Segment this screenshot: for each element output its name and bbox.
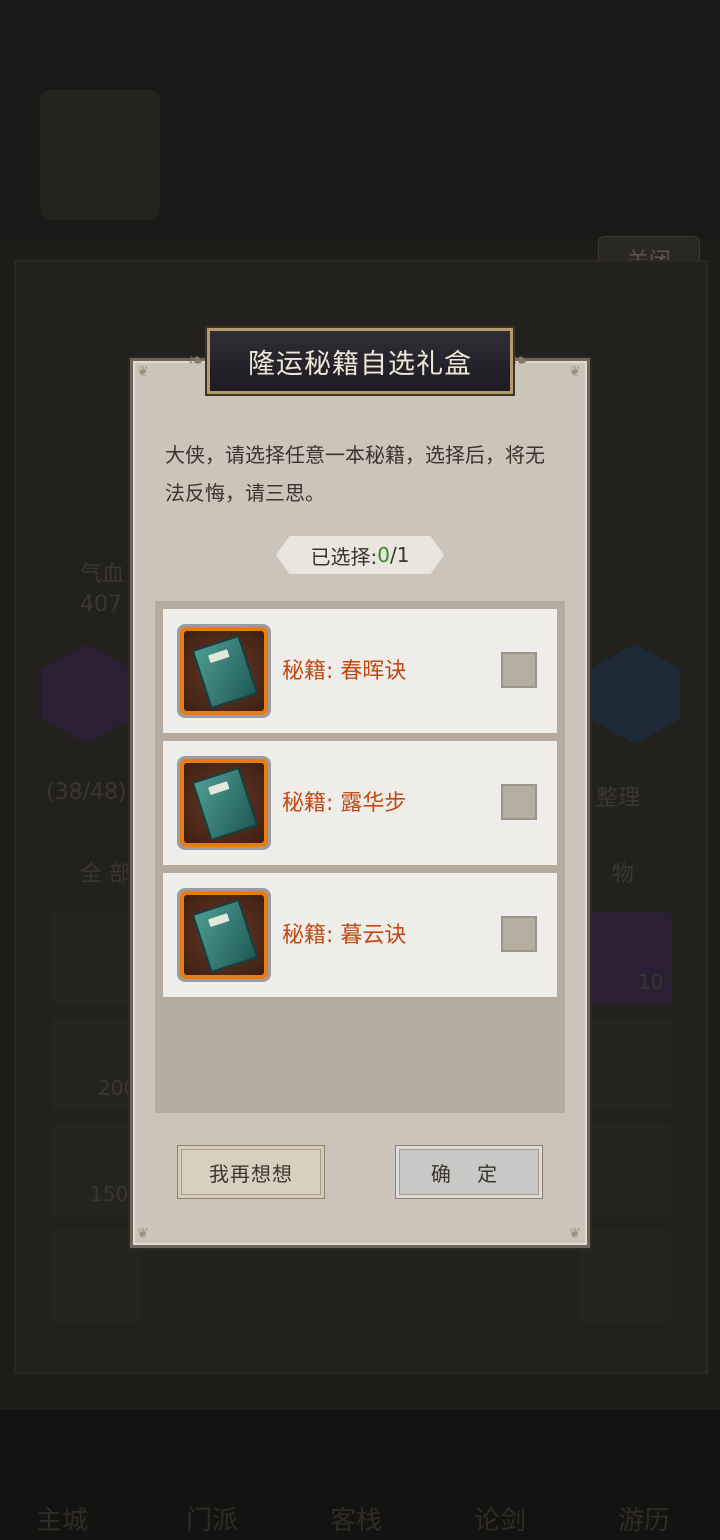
background-filter-all: 全 部 bbox=[80, 862, 131, 887]
book-option-name: 秘籍: 暮云诀 bbox=[282, 923, 407, 948]
background-bag-cell bbox=[580, 1230, 672, 1322]
background-stack-count: 150 bbox=[90, 1182, 129, 1206]
selection-counter: 已选择: 0 /1 bbox=[276, 536, 444, 574]
background-bag-count: (38/48) bbox=[46, 780, 127, 805]
title-wing-right-icon: ❧ bbox=[512, 348, 529, 372]
book-option-name: 秘籍: 春晖诀 bbox=[282, 659, 407, 684]
counter-label: 已选择: bbox=[310, 544, 378, 569]
dialog-description: 大侠，请选择任意一本秘籍，选择后，将无法反悔，请三思。 bbox=[165, 443, 545, 505]
scroll-book-icon bbox=[177, 888, 271, 982]
book-option-checkbox[interactable] bbox=[501, 652, 537, 688]
corner-ornament-icon: ❦ bbox=[569, 364, 581, 380]
book-option-muyun[interactable]: 秘籍: 暮云诀 bbox=[163, 873, 557, 997]
book-option-checkbox[interactable] bbox=[501, 784, 537, 820]
confirm-button[interactable]: 确 定 bbox=[396, 1146, 542, 1198]
book-option-name: 秘籍: 露华步 bbox=[282, 791, 407, 816]
background-filter-items: 物 bbox=[612, 862, 635, 887]
background-hp-value: 407 bbox=[80, 592, 122, 617]
background-nav-label: 门派 bbox=[186, 1506, 239, 1536]
corner-ornament-icon: ❦ bbox=[569, 1226, 581, 1242]
background-bag-cell bbox=[50, 912, 142, 1004]
background-nav-label: 主城 bbox=[36, 1506, 89, 1536]
background-nav-label: 论剑 bbox=[474, 1506, 527, 1536]
corner-ornament-icon: ❦ bbox=[137, 1226, 149, 1242]
background-nav-label: 游历 bbox=[618, 1506, 671, 1536]
scroll-book-icon bbox=[177, 756, 271, 850]
background-bag-cell bbox=[580, 1018, 672, 1110]
background-bag-cell bbox=[580, 1124, 672, 1216]
background-bag-cell bbox=[50, 1230, 142, 1322]
book-option-checkbox[interactable] bbox=[501, 916, 537, 952]
background-avatar bbox=[40, 90, 160, 220]
background-hp-label: 气血 bbox=[80, 562, 125, 587]
book-option-luhua[interactable]: 秘籍: 露华步 bbox=[163, 741, 557, 865]
background-nav-label: 客栈 bbox=[330, 1506, 383, 1536]
background-sort-button: 整理 bbox=[596, 786, 641, 811]
reconsider-button[interactable]: 我再想想 bbox=[178, 1146, 324, 1198]
corner-ornament-icon: ❦ bbox=[137, 364, 149, 380]
dialog-title: 隆运秘籍自选礼盒 bbox=[207, 328, 513, 394]
counter-total: /1 bbox=[390, 543, 410, 567]
book-option-chunhui[interactable]: 秘籍: 春晖诀 bbox=[163, 609, 557, 733]
counter-selected: 0 bbox=[377, 543, 390, 567]
background-stack-count: 10 bbox=[638, 970, 664, 994]
scroll-book-icon bbox=[177, 624, 271, 718]
